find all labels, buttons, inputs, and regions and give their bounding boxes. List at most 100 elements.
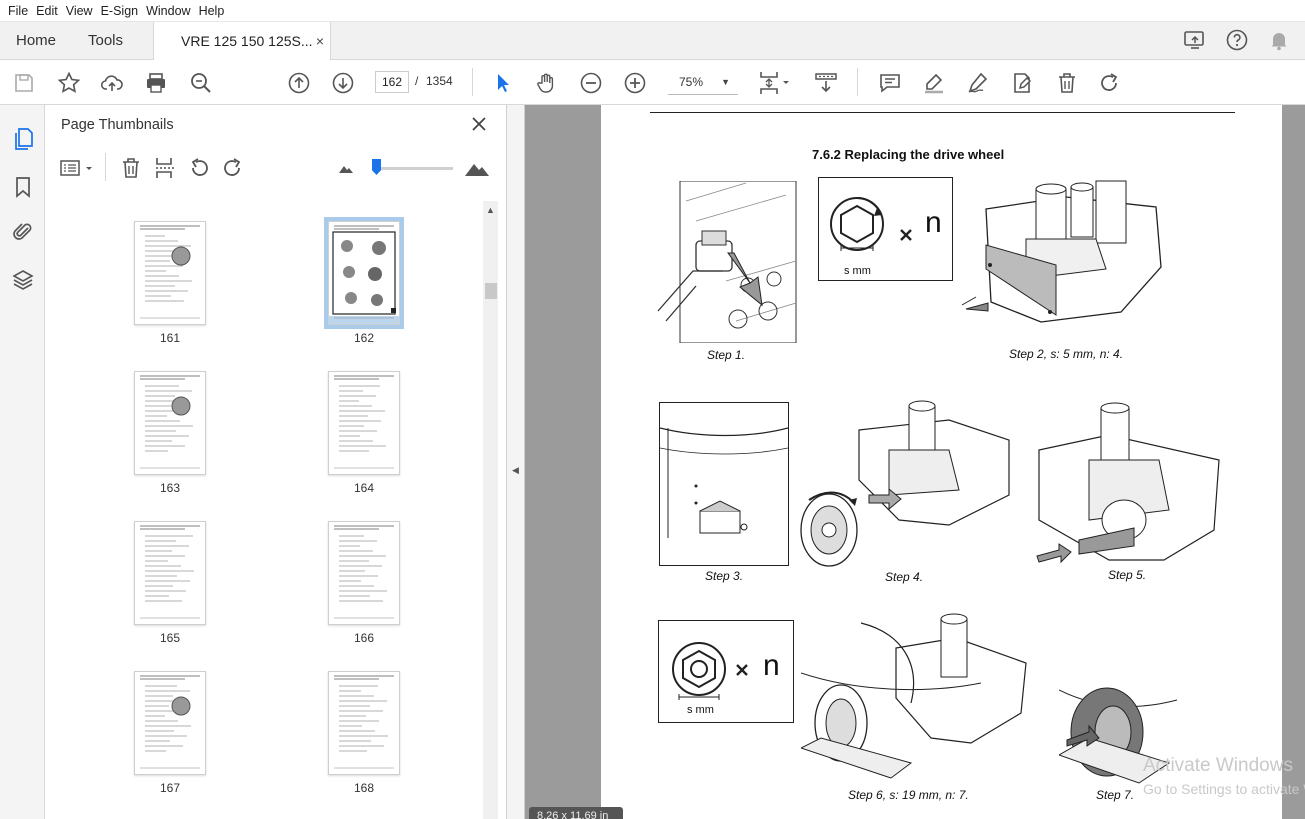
- page-thumbnail[interactable]: [134, 221, 206, 325]
- page-number-input[interactable]: 162: [375, 71, 409, 93]
- activation-watermark-subtitle: Go to Settings to activate Windows.: [1143, 781, 1305, 797]
- large-thumbnail-mountain-icon[interactable]: [464, 154, 490, 180]
- page-total: 1354: [426, 74, 453, 88]
- collapse-panel-arrow-icon[interactable]: ◀: [512, 465, 519, 476]
- tab-document[interactable]: VRE 125 150 125S... ×: [153, 22, 331, 61]
- step-6-illustration: [801, 613, 1031, 783]
- tab-home[interactable]: Home: [16, 22, 56, 60]
- panel-toolbar-divider: [105, 153, 106, 181]
- menu-view[interactable]: View: [62, 4, 97, 18]
- delete-page-icon[interactable]: [119, 156, 143, 180]
- upload-cloud-icon[interactable]: [99, 70, 125, 96]
- save-icon[interactable]: [11, 70, 37, 96]
- zoom-level-dropdown[interactable]: 75% ▼: [668, 71, 738, 95]
- left-navigation-rail: [0, 105, 45, 819]
- chevron-down-icon: ▼: [721, 77, 730, 87]
- comment-icon[interactable]: [877, 70, 903, 96]
- panel-splitter[interactable]: ◀: [507, 105, 525, 819]
- tab-bar: Home Tools VRE 125 150 125S... ×: [0, 22, 1305, 61]
- delete-trash-icon[interactable]: [1054, 70, 1080, 96]
- menu-bar: File Edit View E-Sign Window Help: [0, 0, 1305, 22]
- menu-window[interactable]: Window: [142, 4, 194, 18]
- step-5-illustration: [1029, 400, 1231, 568]
- highlight-pen-icon[interactable]: [921, 70, 947, 96]
- edit-document-icon[interactable]: [1009, 70, 1035, 96]
- page-thumbnail[interactable]: [328, 521, 400, 625]
- rotate-counterclockwise-icon[interactable]: [187, 156, 211, 180]
- thumbnail-preview: [135, 222, 205, 324]
- insert-page-icon[interactable]: [153, 156, 177, 180]
- bookmarks-icon[interactable]: [11, 175, 35, 199]
- thumbnail-options-icon[interactable]: [59, 156, 97, 180]
- small-thumbnail-mountain-icon[interactable]: [338, 159, 354, 175]
- page-thumbnails-panel: Page Thumbnails 161 162 163 164 165 166 167 168…: [45, 105, 507, 819]
- step-5-caption: Step 5.: [1108, 568, 1147, 582]
- share-screen-icon[interactable]: [1183, 28, 1207, 52]
- step-2-illustration: [956, 179, 1171, 339]
- rotate-clockwise-icon[interactable]: [221, 156, 245, 180]
- step-6-caption: Step 6, s: 19 mm, n: 7.: [848, 788, 969, 802]
- select-cursor-icon[interactable]: [490, 70, 516, 96]
- redo-rotate-icon[interactable]: [1097, 70, 1123, 96]
- menu-edit[interactable]: Edit: [32, 4, 62, 18]
- notification-bell-icon[interactable]: [1267, 28, 1291, 52]
- zoom-level-value: 75%: [679, 75, 704, 89]
- print-icon[interactable]: [143, 70, 169, 96]
- menu-help[interactable]: Help: [195, 4, 229, 18]
- close-panel-icon[interactable]: [470, 115, 488, 133]
- page-separator: /: [415, 74, 419, 88]
- fit-page-icon[interactable]: [757, 70, 793, 96]
- thumbnail-size-slider-handle[interactable]: [372, 159, 381, 175]
- page-thumbnails-icon[interactable]: [11, 127, 35, 151]
- thumbnail-scrollbar[interactable]: ▲: [483, 201, 498, 819]
- scrollbar-thumb[interactable]: [485, 283, 497, 299]
- document-view[interactable]: 7.6.2 Replacing the drive wheel Step 1.: [525, 105, 1305, 819]
- socket-size-icon-box: n s mm: [818, 177, 953, 281]
- times-n-label: n: [925, 206, 942, 239]
- zoom-in-icon[interactable]: [622, 70, 648, 96]
- bookmark-star-icon[interactable]: [56, 70, 82, 96]
- page-thumbnail[interactable]: [134, 671, 206, 775]
- layers-icon[interactable]: [11, 268, 35, 292]
- attachments-paperclip-icon[interactable]: [11, 220, 35, 244]
- thumbnail-preview: [135, 372, 205, 474]
- nut-size-icon-box: n s mm: [658, 620, 794, 723]
- scroll-mode-icon[interactable]: [813, 70, 839, 96]
- page-thumbnail[interactable]: [324, 217, 404, 329]
- previous-page-icon[interactable]: [286, 70, 312, 96]
- thumbnail-page-number: 165: [159, 631, 181, 645]
- times-n-label: n: [763, 649, 780, 682]
- step-3-caption: Step 3.: [705, 569, 744, 583]
- scroll-up-arrow-icon[interactable]: ▲: [486, 205, 495, 215]
- step-4-illustration: [799, 400, 1011, 570]
- thumbnail-preview: [135, 522, 205, 624]
- step-3-illustration: [659, 402, 789, 566]
- page-thumbnail[interactable]: [328, 671, 400, 775]
- page-thumbnail[interactable]: [134, 521, 206, 625]
- thumbnail-preview: [135, 672, 205, 774]
- thumbnail-preview: [329, 222, 399, 324]
- thumbnail-grid: 161 162 163 164 165 166 167 168: [57, 201, 483, 819]
- menu-file[interactable]: File: [4, 4, 32, 18]
- step-2-caption: Step 2, s: 5 mm, n: 4.: [1009, 347, 1124, 361]
- document-tab-title: VRE 125 150 125S...: [181, 33, 313, 49]
- hand-tool-icon[interactable]: [534, 70, 560, 96]
- panel-title: Page Thumbnails: [61, 117, 174, 133]
- thumbnail-page-number: 161: [159, 331, 181, 345]
- activation-watermark-title: Activate Windows: [1143, 755, 1293, 776]
- s-mm-label: s mm: [844, 265, 871, 277]
- draw-pen-icon[interactable]: [965, 70, 991, 96]
- zoom-search-icon[interactable]: [188, 70, 214, 96]
- thumbnail-preview: [329, 672, 399, 774]
- zoom-out-icon[interactable]: [578, 70, 604, 96]
- page-thumbnail[interactable]: [134, 371, 206, 475]
- help-icon[interactable]: [1225, 28, 1249, 52]
- next-page-icon[interactable]: [330, 70, 356, 96]
- thumbnail-page-number: 168: [353, 781, 375, 795]
- thumbnail-size-slider-track[interactable]: [375, 167, 453, 170]
- page-thumbnail[interactable]: [328, 371, 400, 475]
- s-mm-label: s mm: [687, 704, 714, 716]
- close-tab-icon[interactable]: ×: [316, 22, 324, 60]
- menu-esign[interactable]: E-Sign: [97, 4, 143, 18]
- tab-tools[interactable]: Tools: [88, 22, 123, 60]
